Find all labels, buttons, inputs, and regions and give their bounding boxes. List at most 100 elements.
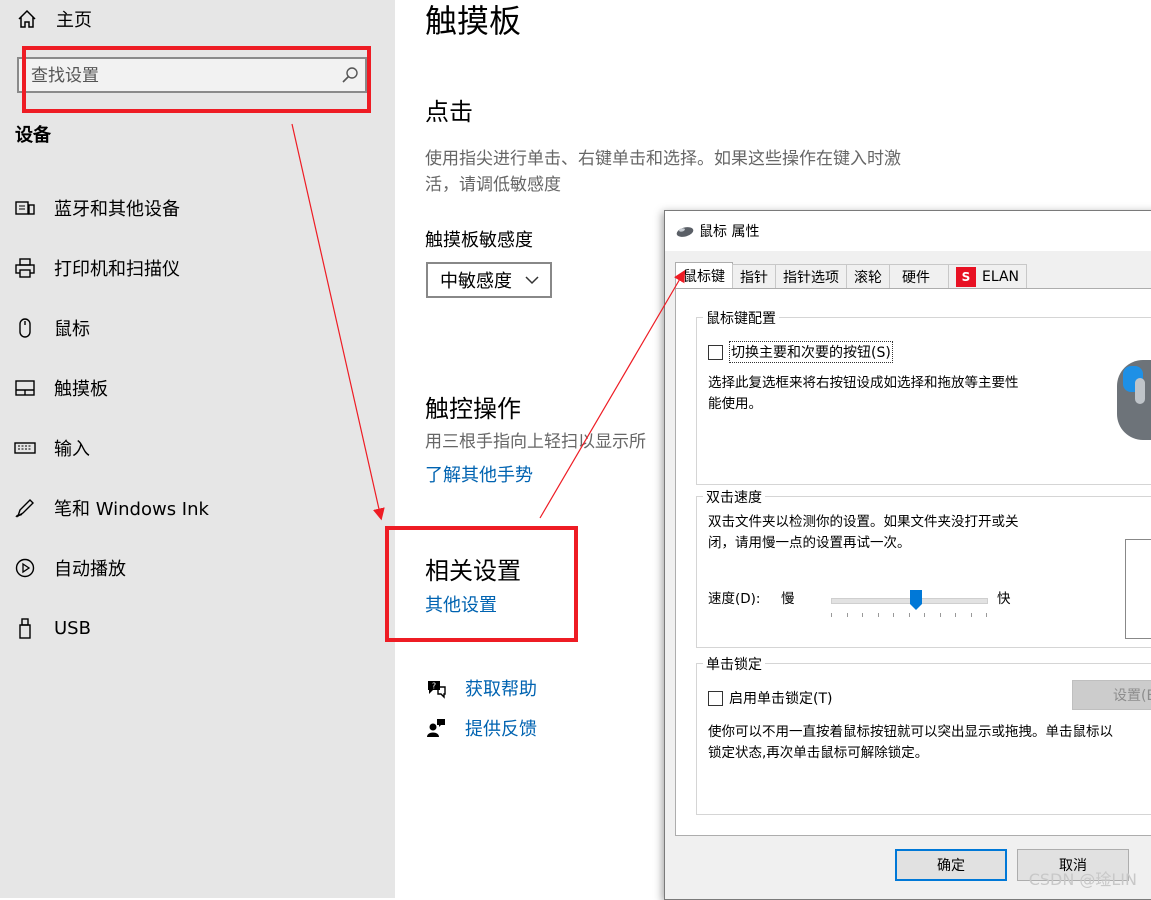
sensitivity-label: 触摸板敏感度 xyxy=(425,230,533,251)
checkbox-box[interactable] xyxy=(708,690,723,706)
click-lock-settings-button[interactable]: 设置(E) xyxy=(1072,680,1151,710)
double-click-test-folder[interactable] xyxy=(1125,539,1151,639)
annotation-search-highlight xyxy=(22,46,371,113)
speed-label: 速度(D): xyxy=(708,591,761,607)
slider-tick xyxy=(893,613,894,617)
button-config-title: 鼠标键配置 xyxy=(703,308,779,328)
switch-buttons-checkbox[interactable]: 切换主要和次要的按钮(S) xyxy=(708,341,893,363)
give-feedback-link[interactable]: 提供反馈 xyxy=(425,714,537,742)
section-title: 设备 xyxy=(15,125,51,146)
switch-buttons-label: 切换主要和次要的按钮(S) xyxy=(729,341,893,363)
dialog-titlebar[interactable]: 鼠标 属性 xyxy=(665,211,1151,251)
sidebar-item-mouse[interactable]: 鼠标 xyxy=(14,313,90,343)
usb-icon xyxy=(14,617,36,639)
sensitivity-value: 中敏感度 xyxy=(440,271,512,292)
tab-pointers[interactable]: 指针 xyxy=(732,264,776,288)
buttons-tab-panel: 鼠标键配置 切换主要和次要的按钮(S) 选择此复选框来将右按钮设成如选择和拖放等… xyxy=(675,288,1151,836)
home-nav-item[interactable]: 主页 xyxy=(16,6,92,32)
sidebar-item-label: 打印机和扫描仪 xyxy=(54,259,180,280)
click-lock-title: 单击锁定 xyxy=(703,654,765,674)
double-click-speed-group: 双击速度 双击文件夹以检测你的设置。如果文件夹没打开或关 闭，请用慢一点的设置再… xyxy=(696,487,1151,648)
pen-icon xyxy=(14,497,36,519)
mouse-app-icon xyxy=(676,227,694,237)
tab-buttons[interactable]: 鼠标键 xyxy=(675,262,733,289)
sidebar-item-label: 触摸板 xyxy=(54,379,108,400)
double-click-title: 双击速度 xyxy=(703,487,765,507)
sidebar-item-label: 蓝牙和其他设备 xyxy=(54,199,180,220)
get-help-link[interactable]: ? 获取帮助 xyxy=(425,674,537,702)
gesture-description: 用三根手指向上轻扫以显示所 xyxy=(425,432,646,452)
sidebar-item-label: USB xyxy=(54,617,91,639)
click-lock-desc-line2: 锁定状态,再次单击鼠标可解除锁定。 xyxy=(708,745,929,761)
slider-tick xyxy=(939,613,941,617)
give-feedback-label: 提供反馈 xyxy=(465,719,537,740)
slider-tick xyxy=(862,613,863,617)
sidebar-item-printers[interactable]: 打印机和扫描仪 xyxy=(14,253,180,283)
gesture-heading: 触控操作 xyxy=(425,395,521,423)
slider-tick xyxy=(955,613,956,617)
help-chat-icon: ? xyxy=(428,681,446,699)
get-help-label: 获取帮助 xyxy=(465,679,537,700)
home-icon xyxy=(18,9,36,28)
slider-tick xyxy=(877,613,879,617)
click-lock-desc-line1: 使你可以不用一直按着鼠标按钮就可以突出显示或拖拽。单击鼠标以 xyxy=(708,724,1113,740)
click-lock-label: 启用单击锁定(T) xyxy=(729,691,833,707)
tab-elan[interactable]: S ELAN xyxy=(948,264,1028,288)
bluetooth-devices-icon xyxy=(14,197,36,219)
slider-tick xyxy=(908,613,910,617)
sidebar-item-label: 笔和 Windows Ink xyxy=(54,499,209,520)
ok-button[interactable]: 确定 xyxy=(895,849,1007,881)
sensitivity-dropdown[interactable]: 中敏感度 xyxy=(426,262,552,298)
elan-logo-icon: S xyxy=(956,266,976,287)
button-config-desc-line2: 能使用。 xyxy=(708,396,762,412)
learn-gestures-link[interactable]: 了解其他手势 xyxy=(425,461,533,487)
feedback-person-icon xyxy=(427,719,445,737)
tab-wheel[interactable]: 滚轮 xyxy=(846,264,890,288)
fast-label: 快 xyxy=(997,591,1011,607)
slider-tick xyxy=(924,613,925,617)
touchpad-icon xyxy=(14,377,36,399)
dialog-tabs: 鼠标键 指针 指针选项 滚轮 硬件 S ELAN xyxy=(675,262,1028,289)
tab-hardware[interactable]: 硬件 xyxy=(889,264,949,288)
sidebar-item-pen[interactable]: 笔和 Windows Ink xyxy=(14,493,209,523)
mouse-properties-dialog: 鼠标 属性 鼠标键 指针 指针选项 滚轮 硬件 S ELAN 鼠标键配置 切换主… xyxy=(664,210,1151,900)
sidebar-item-typing[interactable]: 输入 xyxy=(14,433,90,463)
sidebar-item-label: 自动播放 xyxy=(54,559,126,580)
double-click-desc-line1: 双击文件夹以检测你的设置。如果文件夹没打开或关 xyxy=(708,514,1019,530)
keyboard-icon xyxy=(14,437,36,459)
click-lock-checkbox[interactable]: 启用单击锁定(T) xyxy=(708,688,832,708)
tap-description-line2: 活，请调低敏感度 xyxy=(425,175,561,195)
tap-description-line1: 使用指尖进行单击、右键单击和选择。如果这些操作在键入时激 xyxy=(425,149,901,169)
svg-text:?: ? xyxy=(432,682,436,691)
button-config-group: 鼠标键配置 切换主要和次要的按钮(S) 选择此复选框来将右按钮设成如选择和拖放等… xyxy=(696,308,1151,485)
sidebar-item-usb[interactable]: USB xyxy=(14,613,91,643)
slider-tick xyxy=(846,613,848,617)
page-title: 触摸板 xyxy=(425,2,522,40)
chevron-down-icon xyxy=(525,276,539,285)
watermark-text: CSDN @琻LIN xyxy=(1028,870,1137,889)
slider-tick xyxy=(970,613,972,617)
tap-heading: 点击 xyxy=(425,98,473,126)
slider-thumb[interactable] xyxy=(909,589,923,611)
slider-tick xyxy=(986,613,987,617)
settings-sidebar: 主页 设备 蓝牙和其他设备 打印机和扫描仪 鼠标 触摸板 输入 笔和 Windo… xyxy=(0,0,395,898)
checkbox-box[interactable] xyxy=(708,344,723,360)
button-config-desc-line1: 选择此复选框来将右按钮设成如选择和拖放等主要性 xyxy=(708,375,1019,391)
sidebar-item-label: 鼠标 xyxy=(54,319,90,340)
double-click-desc-line2: 闭，请用慢一点的设置再试一次。 xyxy=(708,535,911,551)
dialog-title: 鼠标 属性 xyxy=(699,224,760,240)
sidebar-item-autoplay[interactable]: 自动播放 xyxy=(14,553,126,583)
sidebar-item-touchpad[interactable]: 触摸板 xyxy=(14,373,108,403)
slider-tick xyxy=(831,613,832,617)
home-label: 主页 xyxy=(56,10,92,31)
autoplay-icon xyxy=(14,557,36,579)
click-lock-group: 单击锁定 启用单击锁定(T) 设置(E) 使你可以不用一直按着鼠标按钮就可以突出… xyxy=(696,654,1151,815)
sidebar-item-bluetooth[interactable]: 蓝牙和其他设备 xyxy=(14,193,180,223)
annotation-related-settings-highlight xyxy=(385,526,578,642)
mouse-buttons-illustration-icon xyxy=(1117,360,1151,440)
slow-label: 慢 xyxy=(781,591,795,607)
tab-pointer-options[interactable]: 指针选项 xyxy=(775,264,847,288)
sidebar-item-label: 输入 xyxy=(54,439,90,460)
tab-elan-label: ELAN xyxy=(982,268,1020,285)
printer-icon xyxy=(14,257,36,279)
